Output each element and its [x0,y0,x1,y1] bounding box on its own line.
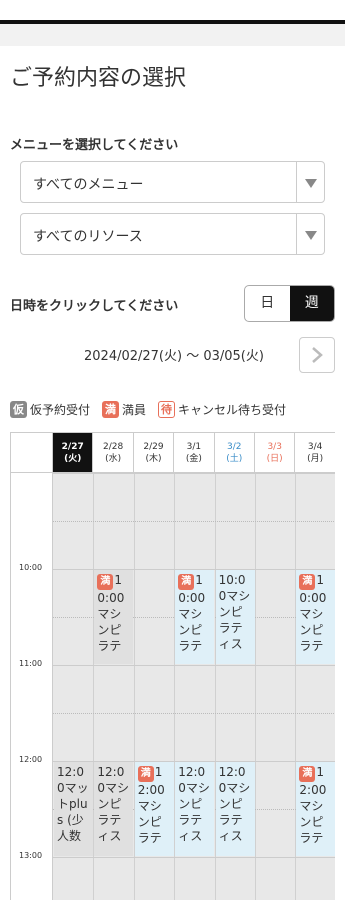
chevron-down-icon [305,231,317,240]
hour-line [53,665,335,666]
day-header[interactable]: 3/4 (月) [295,433,335,473]
day-header-weekday: (金) [185,453,202,464]
chevron-down-icon [305,179,317,188]
day-header-date: 2/28 [102,441,124,452]
day-header-weekday: (水) [105,453,122,464]
legend-text-full: 満員 [122,403,147,417]
chevron-right-icon [312,347,323,363]
time-slot[interactable]: 12:00マシンピラティス [175,762,215,856]
full-badge: 満 [137,766,154,782]
legend-text-tentative: 仮予約受付 [30,403,91,417]
hour-line [53,473,335,474]
day-header-date: 3/3 [267,441,282,452]
next-week-button[interactable] [299,337,335,373]
legend-badge-full: 満 [102,401,120,418]
slot-text: 12:00マシンピラティス [218,765,251,843]
hour-line [53,713,335,714]
full-badge: 満 [299,766,316,782]
day-header-date: 2/29 [143,441,164,452]
calendar-corner [11,433,53,473]
legend-badge-tentative: 仮 [10,401,27,418]
day-header-weekday: (火) [64,453,82,464]
time-label: 11:00 [19,659,43,668]
day-header-date: 3/4 [307,441,323,452]
full-badge: 満 [178,574,195,590]
slot-text: 12:00マシンピラティス [97,765,130,843]
hour-line [53,857,335,858]
view-week-button[interactable]: 週 [289,286,334,321]
slot-text: 12:00マットplus (少人数 [57,765,89,843]
column-divider [255,473,256,900]
time-slot[interactable]: 12:00マシンピラティス [94,762,134,856]
week-calendar: 10:00 11:00 12:00 13:00 満 10:00マシンピラテ満 10:00マ… [10,432,335,900]
menu-select-value: すべてのメニュー [33,177,144,193]
time-slot[interactable]: 満 10:00マシンピラテ [175,570,215,664]
day-header-date: 3/2 [227,441,242,452]
legend-badge-waitlist: 待 [158,401,176,418]
menu-select[interactable]: すべてのメニュー [20,161,325,203]
day-header-weekday: (土) [226,453,243,464]
time-slot[interactable]: 12:00マシンピラティス [215,762,255,856]
view-day-button[interactable]: 日 [245,286,290,321]
day-header[interactable]: 3/3 (日) [255,433,296,473]
time-column: 10:00 11:00 12:00 13:00 [11,473,53,900]
time-slot[interactable]: 満 12:00マシンピラテ [296,762,335,856]
day-header[interactable]: 2/28 (水) [93,433,134,473]
time-slot[interactable]: 10:00マシンピラティス [215,570,255,664]
time-slot[interactable]: 満 10:00マシンピラテ [94,570,134,664]
time-label: 12:00 [19,755,43,764]
day-header-weekday: (日) [266,453,283,464]
top-bar [0,0,345,24]
calendar-grid: 満 10:00マシンピラテ満 10:00マシンピラテ 10:00マシンピラティス満 10… [53,473,335,900]
date-label: 日時をクリックしてください [10,299,179,314]
slot-text: 10:00マシンピラティス [218,573,251,651]
day-header-weekday: (木) [145,453,162,464]
view-toggle: 日 週 [244,285,335,322]
time-slot[interactable]: 満 10:00マシンピラテ [296,570,335,664]
day-header[interactable]: 3/1 (金) [174,433,215,473]
hour-line [53,521,335,522]
booking-panel: ご予約内容の選択 メニューを選択してください すべてのメニュー すべてのリソース… [0,46,345,900]
legend: 仮 仮予約受付 満 満員 待 キャンセル待ち受付 [10,401,298,418]
full-badge: 満 [299,574,316,590]
full-badge: 満 [97,574,114,590]
day-header[interactable]: 3/2 (土) [214,433,255,473]
day-header-date: 3/1 [186,441,202,452]
date-range: 2024/02/27(火) 〜 03/05(火) [84,349,264,364]
day-header[interactable]: 2/29 (木) [133,433,175,473]
time-label: 10:00 [19,563,43,572]
time-slot[interactable]: 満 12:00マシンピラテ [134,762,174,856]
menu-select-arrow [296,162,324,202]
time-label: 13:00 [19,851,43,860]
resource-select-value: すべてのリソース [33,229,143,245]
time-slot[interactable]: 12:00マットplus (少人数 [54,762,93,856]
resource-select[interactable]: すべてのリソース [20,213,325,255]
resource-select-arrow [296,214,324,254]
page-title: ご予約内容の選択 [10,66,187,91]
menu-label: メニューを選択してください [10,138,179,153]
slot-text: 12:00マシンピラティス [178,765,210,843]
day-header-weekday: (月) [307,453,324,464]
legend-text-waitlist: キャンセル待ち受付 [178,403,287,417]
day-header-date: 2/27 [61,441,84,452]
day-header[interactable]: 2/27 (火) [53,433,94,473]
